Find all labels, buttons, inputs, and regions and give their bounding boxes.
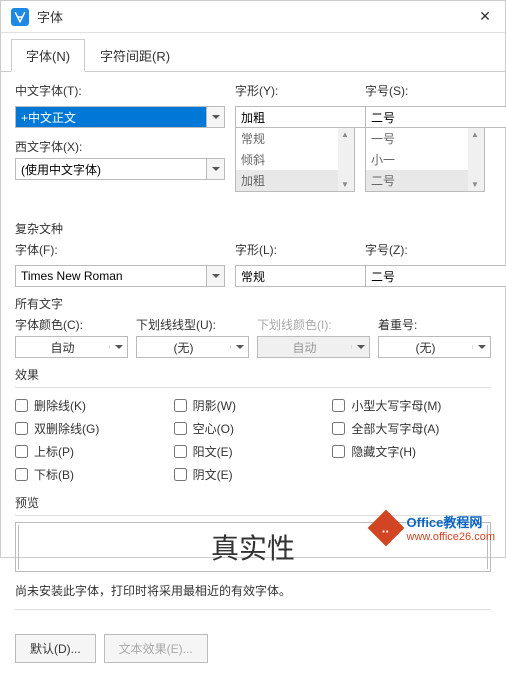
- font-color-drop[interactable]: 自动: [15, 336, 128, 358]
- chevron-down-icon[interactable]: [230, 345, 248, 349]
- size-label: 字号(S):: [365, 82, 485, 99]
- scrollbar[interactable]: [338, 128, 354, 191]
- watermark-line1: Office教程网: [407, 512, 495, 531]
- underline-color-drop: 自动: [257, 336, 370, 358]
- complex-font-label: 字体(F):: [15, 241, 225, 258]
- chk-sub[interactable]: 下标(B): [15, 463, 174, 486]
- style-listbox[interactable]: 常规 倾斜 加粗: [235, 128, 355, 192]
- list-item[interactable]: 二号: [366, 170, 484, 191]
- style-combo[interactable]: [235, 106, 355, 128]
- complex-title: 复杂文种: [15, 220, 491, 237]
- alltext-title: 所有文字: [15, 295, 491, 312]
- underline-color-label: 下划线颜色(I):: [257, 316, 370, 333]
- chk-smallcaps[interactable]: 小型大写字母(M): [332, 394, 491, 417]
- west-font-input[interactable]: [15, 158, 207, 180]
- tab-spacing[interactable]: 字符间距(R): [85, 39, 185, 72]
- tab-font[interactable]: 字体(N): [11, 39, 85, 72]
- chk-shadow[interactable]: 阴影(W): [174, 394, 333, 417]
- size-listbox[interactable]: 一号 小一 二号: [365, 128, 485, 192]
- cn-font-combo[interactable]: [15, 106, 225, 128]
- size-combo[interactable]: [365, 106, 485, 128]
- close-icon[interactable]: ✕: [475, 8, 495, 25]
- size-input[interactable]: [365, 106, 506, 128]
- complex-font-combo[interactable]: [15, 265, 225, 287]
- underline-drop[interactable]: (无): [136, 336, 249, 358]
- window-title: 字体: [37, 7, 475, 26]
- scrollbar[interactable]: [468, 128, 484, 191]
- emphasis-drop[interactable]: (无): [378, 336, 491, 358]
- list-item[interactable]: 常规: [236, 128, 354, 149]
- cn-font-input[interactable]: [15, 106, 207, 128]
- complex-size-combo[interactable]: [365, 265, 485, 287]
- complex-size-input[interactable]: [365, 265, 506, 287]
- chk-super[interactable]: 上标(P): [15, 440, 174, 463]
- watermark: .. Office教程网 www.office26.com: [373, 512, 495, 543]
- app-icon: [11, 8, 29, 26]
- complex-style-label: 字形(L):: [235, 241, 355, 258]
- list-item[interactable]: 一号: [366, 128, 484, 149]
- preview-title: 预览: [15, 494, 491, 511]
- list-item[interactable]: 加粗: [236, 170, 354, 191]
- chevron-down-icon: [351, 345, 369, 349]
- west-font-combo[interactable]: [15, 158, 225, 180]
- chevron-down-icon[interactable]: [207, 106, 225, 128]
- list-item[interactable]: 倾斜: [236, 149, 354, 170]
- chk-engrave[interactable]: 阴文(E): [174, 463, 333, 486]
- chevron-down-icon[interactable]: [207, 265, 225, 287]
- chevron-down-icon[interactable]: [207, 158, 225, 180]
- complex-font-input[interactable]: [15, 265, 207, 287]
- office-badge-icon: ..: [367, 509, 404, 546]
- underline-label: 下划线线型(U):: [136, 316, 249, 333]
- watermark-line2: www.office26.com: [407, 531, 495, 543]
- chevron-down-icon[interactable]: [109, 345, 127, 349]
- chk-hidden[interactable]: 隐藏文字(H): [332, 440, 491, 463]
- font-color-label: 字体颜色(C):: [15, 316, 128, 333]
- font-note: 尚未安装此字体，打印时将采用最相近的有效字体。: [15, 582, 491, 599]
- complex-style-combo[interactable]: [235, 265, 355, 287]
- chevron-down-icon[interactable]: [472, 345, 490, 349]
- chk-outline[interactable]: 空心(O): [174, 417, 333, 440]
- chk-allcaps[interactable]: 全部大写字母(A): [332, 417, 491, 440]
- list-item[interactable]: 小一: [366, 149, 484, 170]
- chk-dblstrike[interactable]: 双删除线(G): [15, 417, 174, 440]
- text-effect-button: 文本效果(E)...: [104, 634, 208, 663]
- complex-size-label: 字号(Z):: [365, 241, 485, 258]
- default-button[interactable]: 默认(D)...: [15, 634, 96, 663]
- style-label: 字形(Y):: [235, 82, 355, 99]
- chk-emboss[interactable]: 阳文(E): [174, 440, 333, 463]
- cn-font-label: 中文字体(T):: [15, 82, 225, 99]
- emphasis-label: 着重号:: [378, 316, 491, 333]
- west-font-label: 西文字体(X):: [15, 138, 225, 155]
- chk-strike[interactable]: 删除线(K): [15, 394, 174, 417]
- effects-title: 效果: [15, 366, 491, 383]
